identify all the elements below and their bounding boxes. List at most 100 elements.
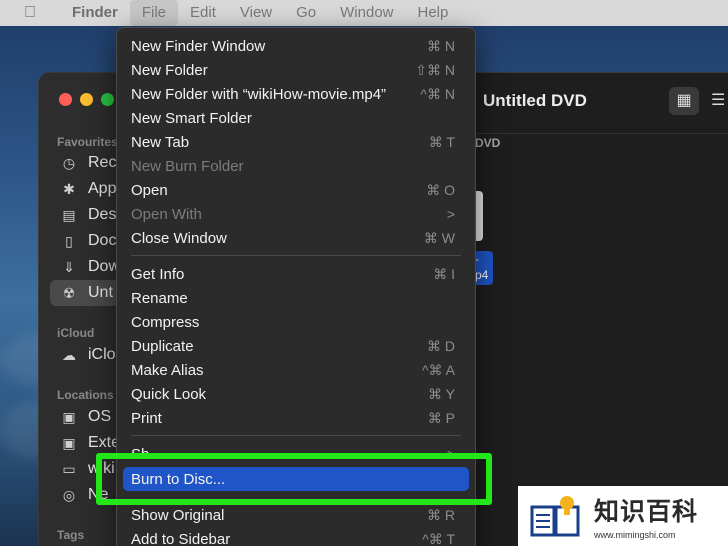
download-icon: ⇓ [63,258,75,275]
shortcut-label: ⌘ Y [428,385,455,402]
menu-view[interactable]: View [228,0,284,26]
applications-icon: ✱ [63,180,75,197]
document-icon: ▯ [65,232,73,249]
menu-item-open-with: Open With > [123,202,469,226]
menu-edit[interactable]: Edit [178,0,228,26]
sidebar-item-label: OS [88,408,112,425]
menu-item-duplicate[interactable]: Duplicate ⌘ D [123,334,469,358]
close-button[interactable] [59,93,72,106]
shortcut-label: ⌘ N [427,37,455,54]
menu-item-label: Add to Sidebar [131,530,231,546]
shortcut-label: ⌘ R [427,506,455,523]
monitor-icon: ▭ [62,460,76,477]
menu-window[interactable]: Window [328,0,405,26]
path-bar-label: DVD [475,136,501,150]
sidebar-item-desktop[interactable]: ▤ Des [50,202,120,228]
shortcut-label: ⌘ O [426,181,455,198]
shortcut-label: ^⌘ A [421,361,455,378]
sidebar-item-documents[interactable]: ▯ Doc [50,228,120,254]
menu-item-label: Quick Look [131,385,207,403]
sidebar-item-downloads[interactable]: ⇓ Dow [50,254,120,280]
sidebar-item-label: iClo [88,346,116,363]
menu-item-print[interactable]: Print ⌘ P [123,406,469,430]
menu-item-label: Show Original [131,506,225,524]
menu-item-label: Compress [131,313,200,331]
sidebar-item-label: Doc [88,232,117,249]
chevron-right-icon: > [446,206,455,222]
shortcut-label: ⇧⌘ N [415,61,455,78]
menu-bar:  Finder File Edit View Go Window Help [0,0,728,26]
menu-item-show-original[interactable]: Show Original ⌘ R [123,503,469,527]
menu-separator [131,255,461,256]
menu-item-get-info[interactable]: Get Info ⌘ I [123,262,469,286]
minimize-button[interactable] [80,93,93,106]
menu-item-add-to-sidebar[interactable]: Add to Sidebar ^⌘ T [123,527,469,546]
sidebar-item-untitled-dvd[interactable]: ☢ Unt [50,280,120,306]
watermark-url: www.mimingshi.com [594,530,676,540]
menu-item-new-finder-window[interactable]: New Finder Window ⌘ N [123,34,469,58]
menu-item-label: Print [131,409,162,427]
shortcut-label: ⌘ D [427,337,455,354]
menu-file[interactable]: File [129,0,179,26]
menu-item-close-window[interactable]: Close Window ⌘ W [123,226,469,250]
menu-item-label: Rename [131,289,188,307]
book-lightbulb-icon [530,493,584,539]
sidebar-item-icloud-drive[interactable]: ☁ iClo [50,342,120,368]
menu-item-open[interactable]: Open ⌘ O [123,178,469,202]
menu-item-label: New Burn Folder [131,157,244,175]
menu-item-label: Open [131,181,168,199]
menu-item-make-alias[interactable]: Make Alias ^⌘ A [123,358,469,382]
shortcut-label: ⌘ I [433,265,455,282]
menu-go[interactable]: Go [284,0,328,26]
list-view-icon[interactable]: ☰ [711,87,728,115]
sidebar-header-icloud: iCloud [57,326,95,340]
menu-item-new-tab[interactable]: New Tab ⌘ T [123,130,469,154]
window-controls [59,93,114,106]
sidebar-item-applications[interactable]: ✱ App [50,176,120,202]
menu-item-label: New Folder with “wikiHow-movie.mp4” [131,85,387,103]
sidebar-item-label: Rec [88,154,117,171]
cloud-icon: ☁ [62,346,76,363]
desktop-icon: ▤ [62,206,76,223]
globe-icon: ◎ [62,486,76,503]
shortcut-label: ⌘ W [423,229,455,246]
menu-item-new-smart-folder[interactable]: New Smart Folder [123,106,469,130]
zoom-button[interactable] [101,93,114,106]
menu-finder[interactable]: Finder [60,0,130,26]
menu-separator [131,435,461,436]
menu-item-label: New Folder [131,61,208,79]
menu-item-new-burn-folder: New Burn Folder [123,154,469,178]
sidebar-header-favourites: Favourites [57,135,118,149]
sidebar-item-os[interactable]: ▣ OS [50,404,120,430]
drive-icon: ▣ [62,408,76,425]
shortcut-label: ⌘ T [428,133,455,150]
drive-icon: ▣ [62,434,76,451]
sidebar-item-label: Des [88,206,117,223]
apple-icon[interactable]:  [0,4,60,22]
disc-burn-icon: ☢ [62,284,76,301]
menu-item-label: Open With [131,205,202,223]
menu-item-label: Make Alias [131,361,204,379]
file-name-label[interactable]: - p4 [473,251,493,285]
menu-item-label: Get Info [131,265,185,283]
window-title: Untitled DVD [483,91,587,110]
grid-view-icon[interactable]: ▦ [669,87,699,115]
menu-item-new-folder-with-selection[interactable]: New Folder with “wikiHow-movie.mp4” ^⌘ N [123,82,469,106]
menu-item-label: New Tab [131,133,190,151]
menu-item-new-folder[interactable]: New Folder ⇧⌘ N [123,58,469,82]
menu-help[interactable]: Help [406,0,461,26]
clock-icon: ◷ [62,154,76,171]
annotation-highlight-box [96,453,492,505]
sidebar-header-tags: Tags [57,528,85,542]
watermark: 知识百科 www.mimingshi.com [518,486,728,546]
shortcut-label: ^⌘ T [422,530,455,546]
menu-item-compress[interactable]: Compress [123,310,469,334]
sidebar-item-recents[interactable]: ◷ Rec [50,150,120,176]
menu-item-rename[interactable]: Rename [123,286,469,310]
menu-item-label: Duplicate [131,337,194,355]
sidebar-header-locations: Locations [57,388,114,402]
menu-item-quick-look[interactable]: Quick Look ⌘ Y [123,382,469,406]
shortcut-label: ⌘ P [427,409,455,426]
menu-item-label: New Finder Window [131,37,266,55]
sidebar-item-label: App [88,180,117,197]
